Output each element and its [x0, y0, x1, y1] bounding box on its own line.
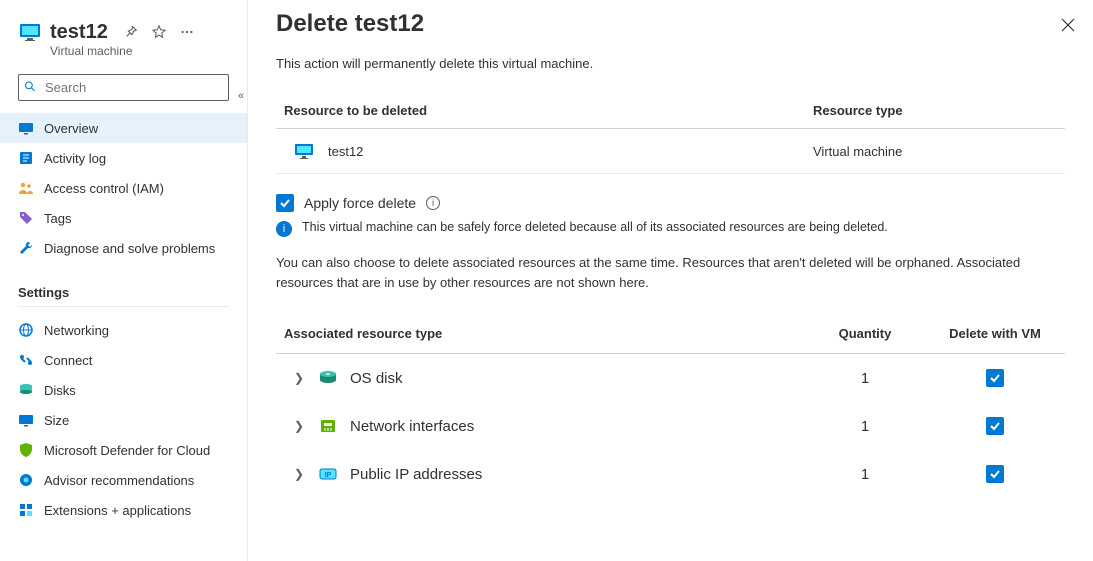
nav-label: Size [44, 413, 69, 428]
nav-overview[interactable]: Overview [0, 113, 247, 143]
nav-label: Networking [44, 323, 109, 338]
log-icon [18, 150, 34, 166]
assoc-row-osdisk: ❯ OS disk 1 [276, 354, 1065, 403]
assoc-col-del: Delete with VM [925, 314, 1065, 354]
nav-size[interactable]: Size [0, 405, 247, 435]
nav-label: Extensions + applications [44, 503, 191, 518]
nav-label: Advisor recommendations [44, 473, 194, 488]
info-badge-icon: i [276, 221, 292, 237]
vm-icon [294, 141, 314, 161]
resource-table: Resource to be deleted Resource type tes… [276, 93, 1065, 174]
connect-icon [18, 352, 34, 368]
nav-label: Overview [44, 121, 98, 136]
favorite-button[interactable] [148, 21, 170, 43]
panel-description: This action will permanently delete this… [276, 56, 1065, 71]
shield-icon [18, 442, 34, 458]
info-icon[interactable]: i [426, 196, 440, 210]
expand-icon[interactable]: ❯ [294, 467, 306, 481]
resource-row: test12 Virtual machine [276, 129, 1065, 174]
nav-extensions[interactable]: Extensions + applications [0, 495, 247, 525]
assoc-col-type: Associated resource type [276, 314, 805, 354]
expand-icon[interactable]: ❯ [294, 371, 306, 385]
nav-networking[interactable]: Networking [0, 315, 247, 345]
resource-type: Virtual machine [805, 129, 1065, 174]
resource-name: test12 [328, 144, 363, 159]
nav-main: Overview Activity log Access control (IA… [0, 109, 247, 267]
col-resource: Resource to be deleted [276, 93, 805, 129]
pin-button[interactable] [120, 21, 142, 43]
force-delete-info-text: This virtual machine can be safely force… [302, 220, 888, 234]
expand-icon[interactable]: ❯ [294, 419, 306, 433]
tag-icon [18, 210, 34, 226]
assoc-name: Public IP addresses [350, 466, 482, 483]
collapse-sidebar-icon[interactable]: « [238, 90, 244, 102]
people-icon [18, 180, 34, 196]
nav-access-control[interactable]: Access control (IAM) [0, 173, 247, 203]
disks-icon [18, 382, 34, 398]
svg-text:IP: IP [325, 472, 332, 479]
nic-icon [318, 416, 338, 436]
nav-advisor[interactable]: Advisor recommendations [0, 465, 247, 495]
assoc-name: Network interfaces [350, 418, 474, 435]
resource-sidebar: test12 Virtual machine [0, 0, 248, 561]
assoc-row-nic: ❯ Network interfaces 1 [276, 402, 1065, 450]
nav-tags[interactable]: Tags [0, 203, 247, 233]
resource-title: test12 [50, 21, 108, 44]
close-button[interactable] [1057, 14, 1079, 41]
assoc-qty: 1 [805, 354, 925, 403]
associated-table: Associated resource type Quantity Delete… [276, 314, 1065, 498]
search-icon [24, 80, 36, 95]
nav-label: Diagnose and solve problems [44, 241, 215, 256]
sidebar-search [18, 74, 229, 101]
nav-diagnose[interactable]: Diagnose and solve problems [0, 233, 247, 263]
delete-with-vm-checkbox[interactable] [986, 417, 1004, 435]
size-icon [18, 412, 34, 428]
resource-subtitle: Virtual machine [50, 44, 229, 58]
assoc-name: OS disk [350, 370, 403, 387]
wrench-icon [18, 240, 34, 256]
force-delete-info-row: i This virtual machine can be safely for… [276, 220, 1065, 237]
panel-title: Delete test12 [276, 10, 1065, 38]
col-type: Resource type [805, 93, 1065, 129]
nav-defender[interactable]: Microsoft Defender for Cloud [0, 435, 247, 465]
network-icon [18, 322, 34, 338]
advisor-icon [18, 472, 34, 488]
nav-connect[interactable]: Connect [0, 345, 247, 375]
assoc-qty: 1 [805, 402, 925, 450]
vm-icon [18, 120, 34, 136]
nav-label: Connect [44, 353, 92, 368]
assoc-qty: 1 [805, 450, 925, 498]
nav-activity-log[interactable]: Activity log [0, 143, 247, 173]
section-settings-label: Settings [18, 267, 229, 307]
nav-label: Disks [44, 383, 76, 398]
orphan-text: You can also choose to delete associated… [276, 253, 1065, 292]
assoc-col-qty: Quantity [805, 314, 925, 354]
nav-settings: Networking Connect Disks Size Microsoft … [0, 311, 247, 529]
nav-label: Activity log [44, 151, 106, 166]
nav-label: Tags [44, 211, 71, 226]
ip-icon: IP [318, 464, 338, 484]
force-delete-label: Apply force delete [304, 195, 416, 211]
delete-panel: « Delete test12 This action will permane… [248, 0, 1093, 561]
nav-label: Access control (IAM) [44, 181, 164, 196]
nav-disks[interactable]: Disks [0, 375, 247, 405]
delete-with-vm-checkbox[interactable] [986, 465, 1004, 483]
force-delete-checkbox[interactable] [276, 194, 294, 212]
search-input[interactable] [18, 74, 229, 101]
delete-with-vm-checkbox[interactable] [986, 369, 1004, 387]
resource-header: test12 Virtual machine [0, 20, 247, 66]
assoc-row-ip: ❯ IP Public IP addresses 1 [276, 450, 1065, 498]
more-button[interactable] [176, 21, 198, 43]
vm-icon [18, 20, 42, 44]
disk-icon [318, 368, 338, 388]
nav-label: Microsoft Defender for Cloud [44, 443, 210, 458]
force-delete-row: Apply force delete i [276, 194, 1065, 212]
extensions-icon [18, 502, 34, 518]
